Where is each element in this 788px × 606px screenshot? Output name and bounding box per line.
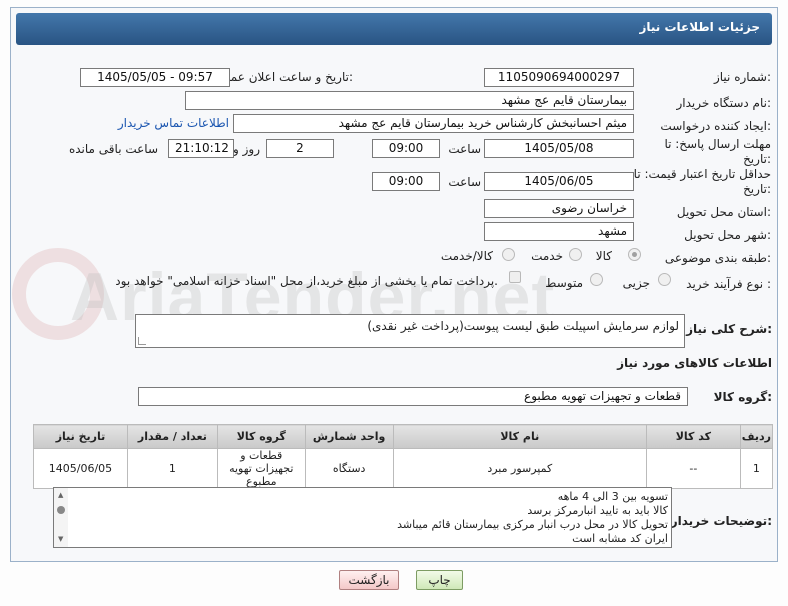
col-qty: تعداد / مقدار	[126, 424, 218, 449]
buyer-note-line: ایران کد مشابه است	[572, 532, 668, 545]
buyer-note-line: کالا باید به تایید انبارمرکز برسد	[527, 504, 668, 517]
goods-group-field: قطعات و تجهیزات تهویه مطبوع	[138, 387, 688, 406]
goods-section-title: اطلاعات کالاهای مورد نیاز	[617, 356, 772, 370]
category-radio-goods-service[interactable]	[502, 248, 515, 261]
print-button[interactable]: چاپ	[416, 570, 463, 590]
cell-date: 1405/06/05	[33, 448, 128, 489]
reply-deadline-label: مهلت ارسال پاسخ: تا تاریخ:	[664, 137, 771, 166]
days-count-field: 2	[266, 139, 334, 158]
col-unit: واحد شمارش	[304, 424, 394, 449]
need-number-label: شماره نیاز:	[713, 70, 771, 84]
city-label: شهر محل تحویل:	[684, 228, 771, 242]
province-label: استان محل تحویل:	[676, 205, 771, 219]
cell-unit: دستگاه	[304, 448, 394, 489]
buyer-notes-label: توضیحات خریدار:	[670, 514, 772, 528]
col-name: نام کالا	[392, 424, 647, 449]
creator-field: میثم احسانبخش کارشناس خرید بیمارستان قای…	[233, 114, 634, 133]
buyer-note-line: تحویل کالا در محل درب انبار مرکزی بیمارس…	[397, 518, 668, 531]
days-label: روز و	[233, 142, 260, 156]
price-validity-label: حداقل تاریخ اعتبار قیمت: تا تاریخ:	[633, 167, 771, 196]
buyer-org-field: بیمارستان قایم عج مشهد	[185, 91, 634, 110]
remaining-label: ساعت باقی مانده	[68, 142, 158, 156]
announce-field: 1405/05/05 - 09:57	[80, 68, 230, 87]
city-field: مشهد	[484, 222, 634, 241]
province-field: خراسان رضوی	[484, 199, 634, 218]
treasury-payment-checkbox[interactable]	[509, 271, 521, 283]
price-time-label: ساعت	[448, 175, 481, 189]
description-label: شرح کلی نیاز:	[686, 322, 772, 336]
reply-date-field: 1405/05/08	[484, 139, 634, 158]
need-number-field: 1105090694000297	[484, 68, 634, 87]
description-text: لوازم سرمایش اسپیلت طبق لیست پیوست(پرداخ…	[367, 319, 679, 333]
treasury-payment-note: پرداخت تمام یا بخشی از مبلغ خرید،از محل …	[115, 274, 498, 288]
col-row: ردیف	[739, 424, 774, 449]
buyer-notes-lines: تسویه بین 3 الی 4 ماهه کالا باید به تایی…	[397, 490, 668, 546]
buyer-contact-link[interactable]: اطلاعات تماس خریدار	[118, 116, 229, 130]
back-button[interactable]: بازگشت	[339, 570, 399, 590]
buyer-org-label: نام دستگاه خریدار:	[676, 96, 772, 110]
reply-time-field: 09:00	[372, 139, 440, 158]
remaining-time-field: 21:10:12	[168, 139, 234, 158]
col-date: تاریخ نیاز	[33, 424, 128, 449]
header-bar: جزئیات اطلاعات نیاز	[16, 13, 772, 45]
category-option-goods-service: کالا/خدمت	[440, 249, 493, 263]
category-option-goods: کالا	[595, 249, 612, 263]
cell-row: 1	[739, 448, 774, 489]
goods-table-header: ردیف کد کالا نام کالا واحد شمارش گروه کا…	[33, 424, 774, 449]
category-option-service: خدمت	[531, 249, 563, 263]
notes-scrollbar[interactable]: ▲ ▼	[54, 488, 68, 547]
category-radio-goods[interactable]	[628, 248, 641, 261]
category-radio-service[interactable]	[569, 248, 582, 261]
col-code: کد کالا	[645, 424, 741, 449]
process-radio-minor[interactable]	[658, 273, 671, 286]
price-time-field: 09:00	[372, 172, 440, 191]
col-group: گروه کالا	[216, 424, 306, 449]
process-option-minor: جزیی	[622, 276, 650, 290]
goods-table: ردیف کد کالا نام کالا واحد شمارش گروه کا…	[33, 424, 774, 489]
creator-label: ایجاد کننده درخواست:	[660, 119, 771, 133]
scroll-up-icon[interactable]: ▲	[58, 491, 63, 499]
buyer-notes-textarea[interactable]: تسویه بین 3 الی 4 ماهه کالا باید به تایی…	[53, 487, 672, 548]
price-date-field: 1405/06/05	[484, 172, 634, 191]
scroll-thumb[interactable]	[57, 506, 65, 514]
buyer-note-line: تسویه بین 3 الی 4 ماهه	[557, 490, 668, 503]
cell-name: کمپرسور مبرد	[392, 448, 647, 489]
cell-code: --	[645, 448, 741, 489]
scroll-down-icon[interactable]: ▼	[58, 535, 63, 543]
process-option-medium: متوسط	[545, 276, 583, 290]
page-title: جزئیات اطلاعات نیاز	[639, 20, 760, 34]
description-textarea[interactable]: لوازم سرمایش اسپیلت طبق لیست پیوست(پرداخ…	[135, 314, 685, 348]
reply-time-label: ساعت	[448, 142, 481, 156]
cell-group: قطعات و تجهیزات تهویه مطبوع	[216, 448, 306, 489]
table-row: 1 -- کمپرسور مبرد دستگاه قطعات و تجهیزات…	[33, 448, 774, 489]
category-label: طبقه بندی موضوعی:	[664, 251, 771, 265]
goods-group-label: گروه کالا:	[713, 390, 772, 404]
resize-grip-icon[interactable]	[138, 337, 146, 345]
process-label: نوع فرآیند خرید :	[686, 277, 771, 291]
process-radio-medium[interactable]	[590, 273, 603, 286]
cell-qty: 1	[126, 448, 218, 489]
